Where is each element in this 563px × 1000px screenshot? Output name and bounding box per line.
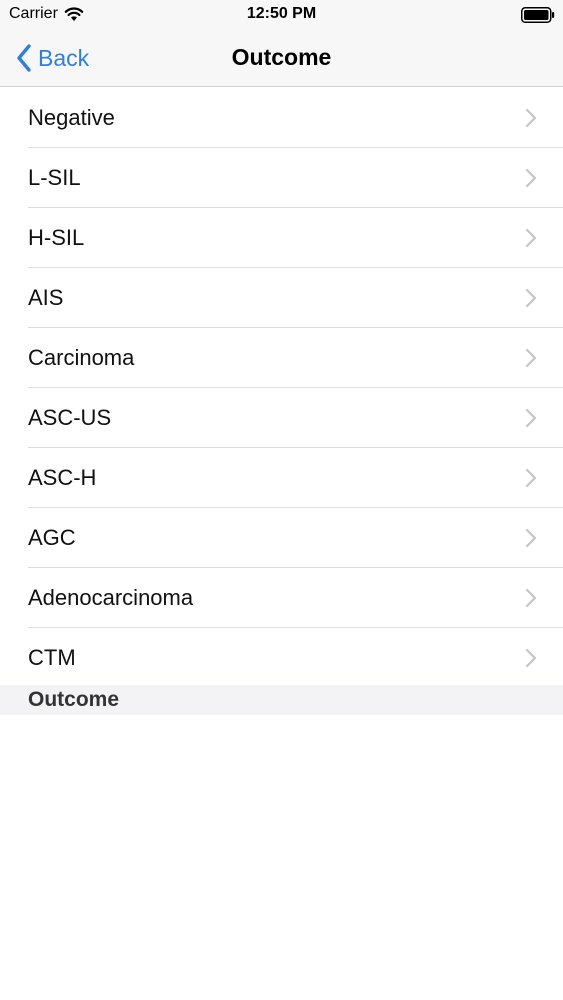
battery-icon [521, 7, 555, 23]
list-item-ctm[interactable]: CTM [0, 628, 563, 688]
list-item-label: ASC-US [28, 405, 112, 430]
chevron-right-icon [525, 648, 537, 668]
status-time: 12:50 PM [246, 5, 317, 22]
list-item-ais[interactable]: AIS [0, 268, 563, 328]
section-footer: Outcome [0, 685, 563, 715]
list-item-l-sil[interactable]: L-SIL [0, 148, 563, 208]
chevron-right-icon [525, 588, 537, 608]
chevron-right-icon [525, 168, 537, 188]
list-item-label: Negative [28, 105, 115, 130]
list-item-label: AIS [28, 285, 64, 310]
status-bar: Carrier 12:50 PM [0, 0, 563, 30]
list-item-label: Carcinoma [28, 345, 135, 370]
outcome-list: Negative L-SIL H-SIL AIS Carcinoma ASC-U… [0, 88, 563, 688]
list-item-label: ASC-H [28, 465, 97, 490]
navigation-bar: Back Outcome [0, 30, 563, 87]
list-item-asc-h[interactable]: ASC-H [0, 448, 563, 508]
chevron-right-icon [525, 348, 537, 368]
list-item-adenocarcinoma[interactable]: Adenocarcinoma [0, 568, 563, 628]
page-title: Outcome [231, 44, 332, 70]
list-item-carcinoma[interactable]: Carcinoma [0, 328, 563, 388]
list-item-label: H-SIL [28, 225, 85, 250]
chevron-right-icon [525, 468, 537, 488]
outcome-screen: Carrier 12:50 PM Back Outcome Negative L… [0, 0, 563, 1000]
list-item-label: CTM [28, 645, 76, 670]
list-item-label: AGC [28, 525, 76, 550]
list-item-negative[interactable]: Negative [0, 88, 563, 148]
chevron-right-icon [525, 528, 537, 548]
list-item-h-sil[interactable]: H-SIL [0, 208, 563, 268]
list-item-label: Adenocarcinoma [28, 585, 194, 610]
chevron-right-icon [525, 108, 537, 128]
list-item-asc-us[interactable]: ASC-US [0, 388, 563, 448]
chevron-right-icon [525, 408, 537, 428]
section-footer-label: Outcome [28, 688, 120, 711]
list-item-label: L-SIL [28, 165, 81, 190]
list-item-agc[interactable]: AGC [0, 508, 563, 568]
chevron-right-icon [525, 228, 537, 248]
chevron-right-icon [525, 288, 537, 308]
